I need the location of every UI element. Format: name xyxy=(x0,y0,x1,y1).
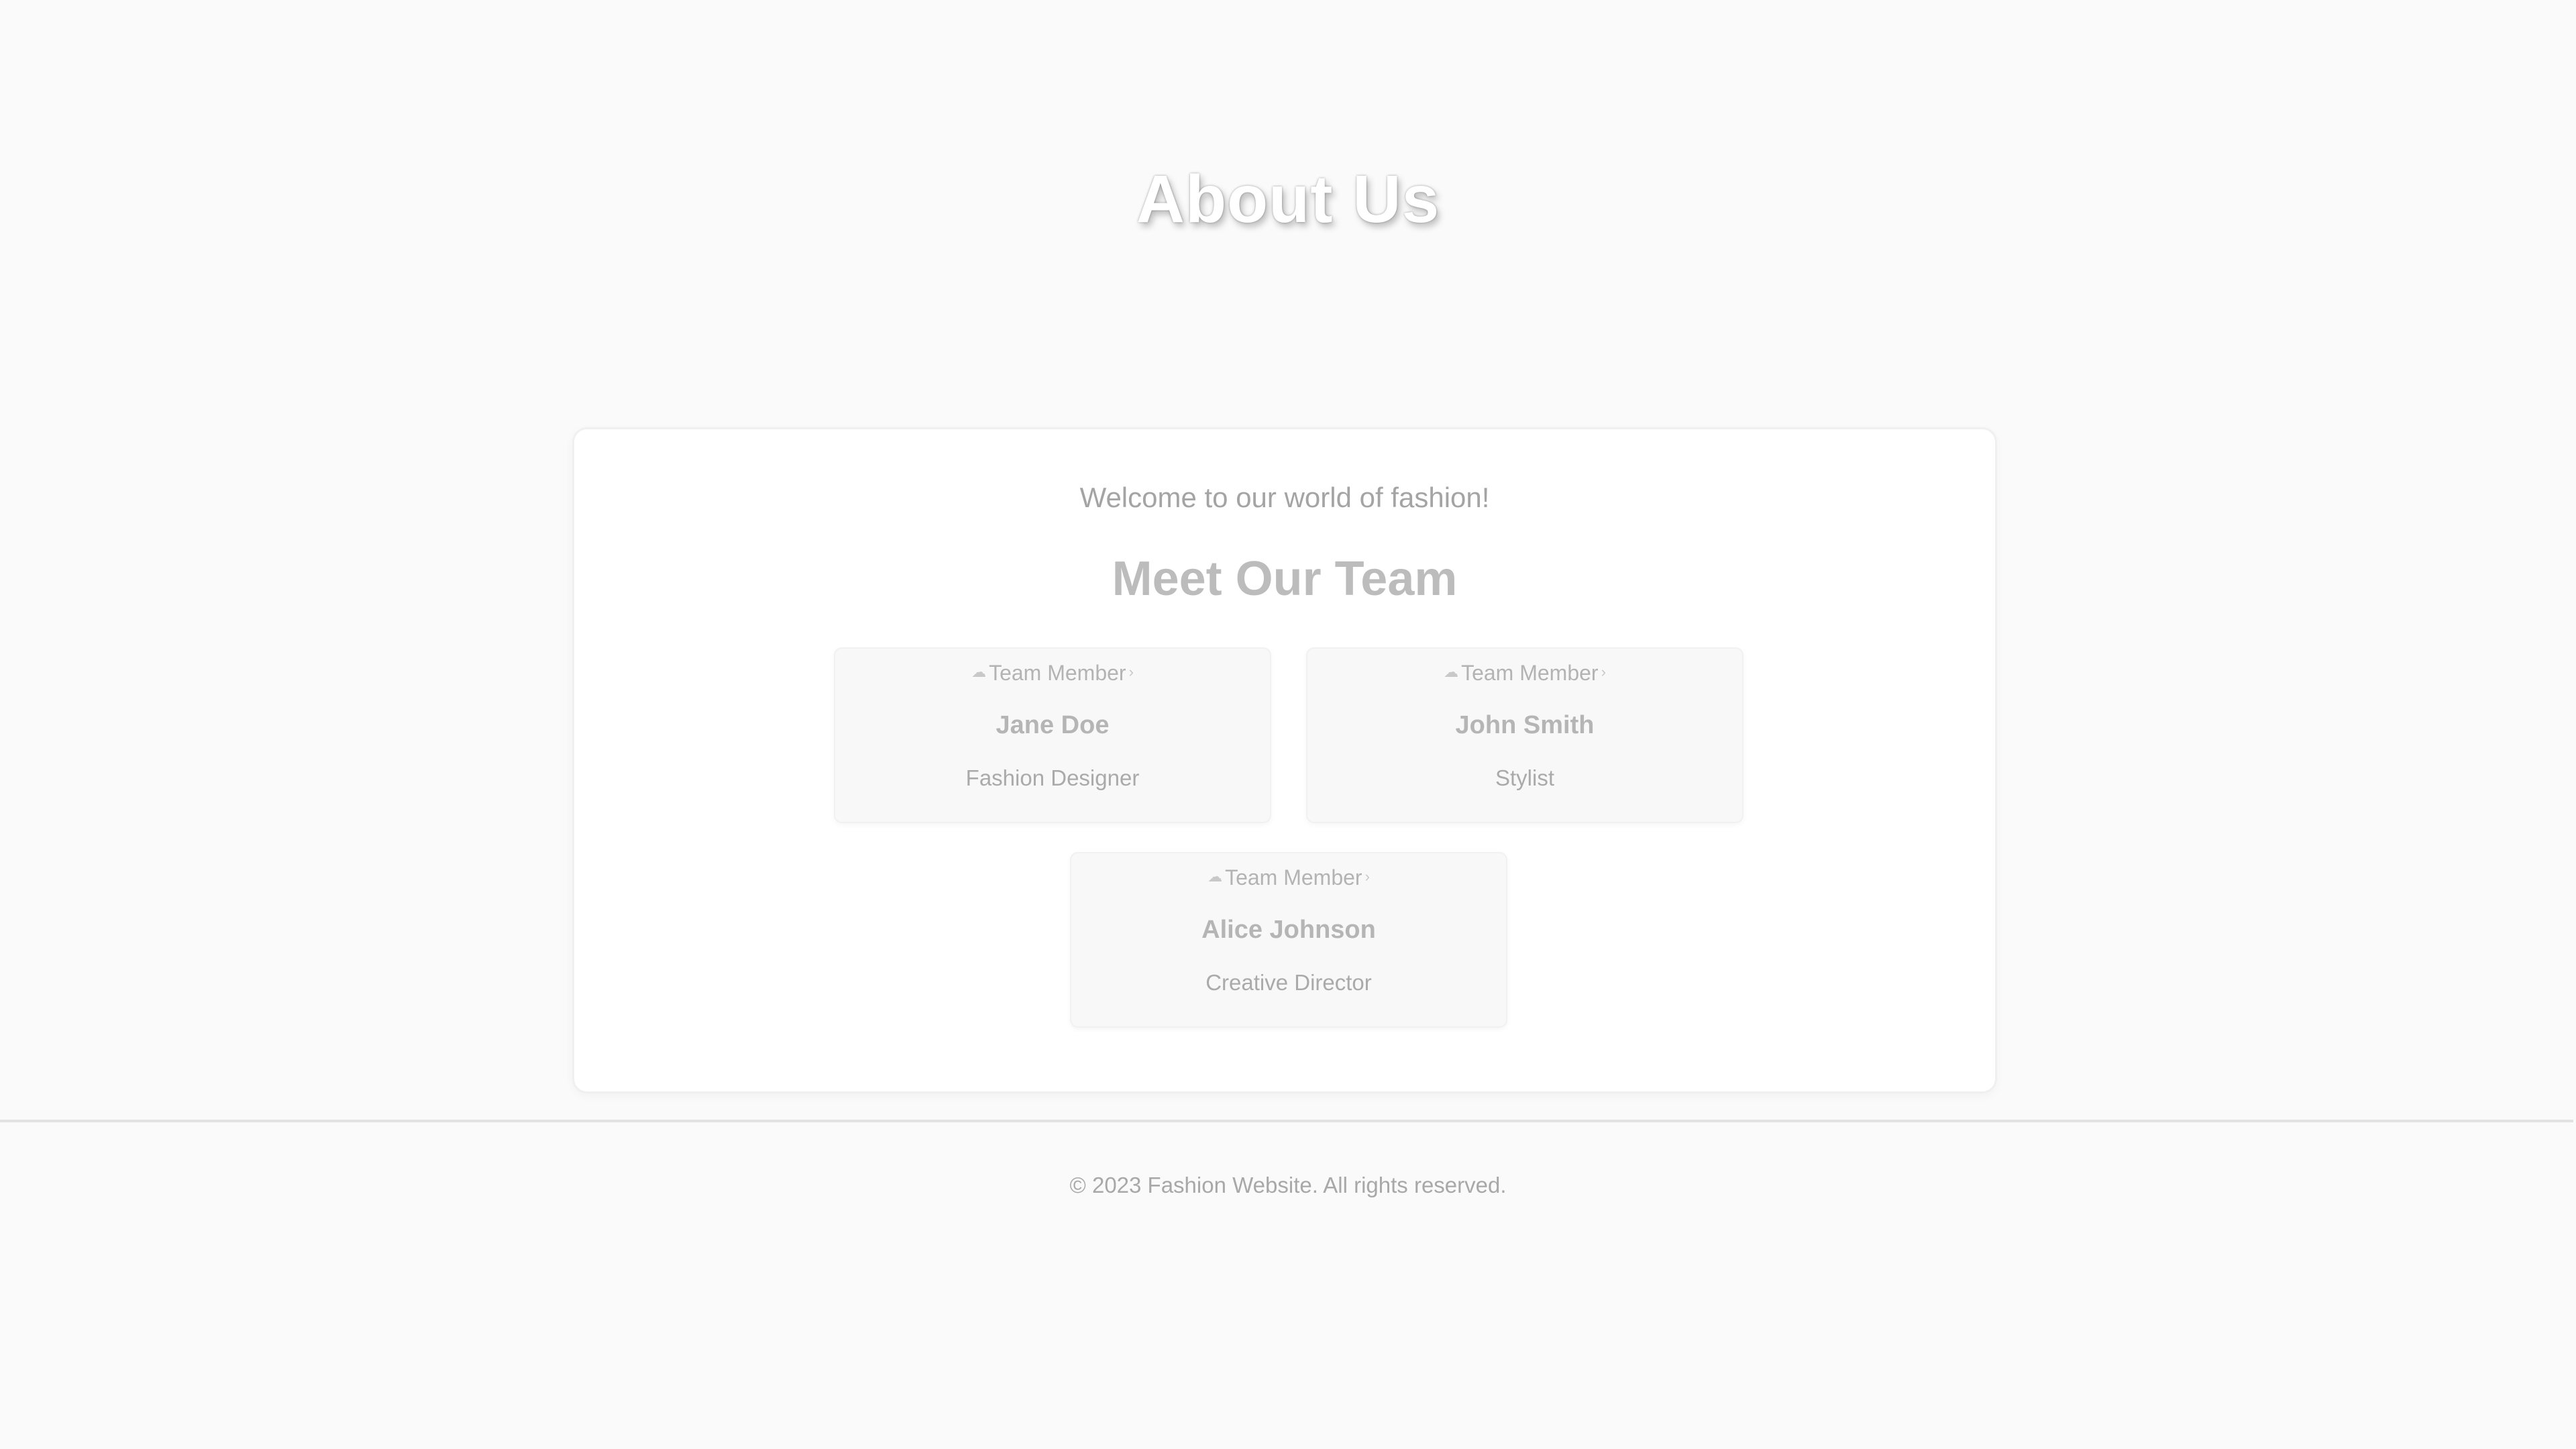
team-member-photo: ☁ Team Member › xyxy=(835,661,1270,686)
broken-image-icon: ☁ xyxy=(971,663,987,680)
team-member-name: John Smith xyxy=(1455,711,1595,739)
footer-copyright: © 2023 Fashion Website. All rights reser… xyxy=(1069,1173,1507,1197)
team-member-photo-alt: Team Member xyxy=(1225,865,1362,890)
team-member-role: Stylist xyxy=(1495,765,1554,790)
broken-image-icon: › xyxy=(1364,867,1370,885)
about-content-card: Welcome to our world of fashion! Meet Ou… xyxy=(572,427,1997,1093)
team-member-name: Alice Johnson xyxy=(1201,916,1376,944)
team-member-photo-alt: Team Member xyxy=(989,661,1126,685)
hero-banner: About Us xyxy=(0,0,2576,402)
team-member-photo: ☁ Team Member › xyxy=(1071,865,1506,890)
broken-image-icon: ☁ xyxy=(1444,663,1459,680)
team-member-photo: ☁ Team Member › xyxy=(1307,661,1742,686)
broken-image-icon: ☁ xyxy=(1208,867,1223,885)
team-member-photo-alt: Team Member xyxy=(1461,661,1599,685)
team-heading: Meet Our Team xyxy=(1112,552,1458,606)
team-member-name: Jane Doe xyxy=(996,711,1110,739)
team-member-card-jane-doe: ☁ Team Member › Jane Doe Fashion Designe… xyxy=(834,647,1271,823)
team-member-card-alice-johnson: ☁ Team Member › Alice Johnson Creative D… xyxy=(1070,852,1507,1028)
broken-image-icon: › xyxy=(1128,663,1134,680)
team-member-card-john-smith: ☁ Team Member › John Smith Stylist xyxy=(1306,647,1743,823)
team-member-role: Creative Director xyxy=(1205,970,1372,995)
welcome-text: Welcome to our world of fashion! xyxy=(1079,482,1490,513)
broken-image-icon: › xyxy=(1601,663,1606,680)
page-title: About Us xyxy=(1136,162,1440,237)
footer-divider xyxy=(0,1120,2573,1122)
team-member-role: Fashion Designer xyxy=(965,765,1140,790)
